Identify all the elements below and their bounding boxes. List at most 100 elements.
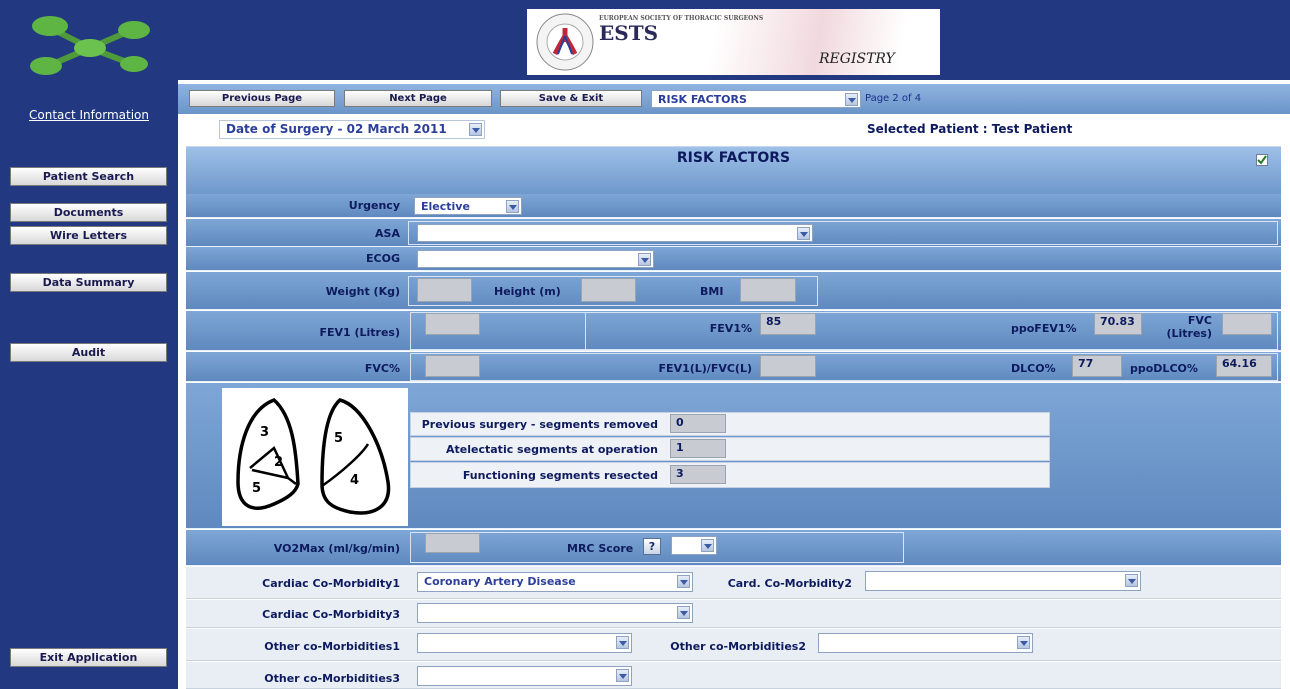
fev1-percent-input[interactable]: 85 [760, 313, 816, 335]
other-3-select[interactable] [417, 666, 632, 686]
form-complete-checkbox[interactable] [1256, 154, 1268, 166]
ecog-select[interactable] [417, 250, 654, 268]
lung-segment-label: 3 [260, 425, 269, 440]
chevron-down-icon [677, 606, 690, 619]
cardiac-2-select[interactable] [865, 571, 1141, 591]
vo2max-label: VO2Max (ml/kg/min) [273, 542, 400, 555]
banner-subtitle: REGISTRY [819, 51, 895, 67]
cardiac-3-label: Cardiac Co-Morbidity3 [262, 608, 400, 621]
fev1-percent-label: FEV1% [709, 322, 752, 335]
seg-atel-input[interactable]: 1 [670, 439, 726, 458]
section-select[interactable]: RISK FACTORS [651, 90, 861, 108]
checkmark-icon [1257, 155, 1267, 165]
save-exit-button[interactable]: Save & Exit [500, 90, 642, 107]
weight-input[interactable] [417, 278, 472, 302]
urgency-select[interactable]: Elective [414, 197, 522, 215]
chevron-down-icon [677, 575, 690, 588]
chevron-down-icon [616, 636, 629, 649]
weight-label: Weight (Kg) [325, 285, 400, 298]
chevron-down-icon [797, 227, 810, 240]
lung-segment-label: 2 [274, 455, 283, 470]
divider [585, 312, 586, 350]
ecog-label: ECOG [366, 252, 400, 265]
section-select-value: RISK FACTORS [658, 93, 747, 106]
seg-prev-input[interactable]: 0 [670, 414, 726, 433]
urgency-value: Elective [421, 200, 470, 213]
fev1-litres-label: FEV1 (Litres) [319, 326, 400, 339]
urgency-label: Urgency [348, 199, 400, 212]
dlco-input[interactable]: 77 [1072, 355, 1122, 377]
banner-title: ESTS [599, 21, 659, 45]
seg-prev-label: Previous surgery - segments removed [421, 418, 658, 431]
dlco-label: DLCO% [1011, 362, 1056, 375]
cardiac-1-select[interactable]: Coronary Artery Disease [417, 572, 693, 592]
ppofev1-label: ppoFEV1% [1011, 322, 1077, 335]
mrc-score-label: MRC Score [567, 542, 634, 555]
bmi-input[interactable] [740, 278, 796, 302]
mrc-help-button[interactable]: ? [643, 538, 661, 555]
ppodlco-label: ppoDLCO% [1130, 362, 1198, 375]
other-3-label: Other co-Morbidities3 [264, 672, 400, 685]
cardiac-1-label: Cardiac Co-Morbidity1 [262, 577, 400, 590]
other-1-label: Other co-Morbidities1 [264, 640, 400, 653]
fvc-litres-label: FVC (Litres) [1166, 314, 1212, 340]
next-page-button[interactable]: Next Page [344, 90, 492, 107]
lung-segment-label: 5 [334, 431, 343, 446]
date-of-surgery-select[interactable]: Date of Surgery - 02 March 2011 [219, 120, 485, 139]
data-summary-button[interactable]: Data Summary [10, 273, 167, 292]
mrc-score-select[interactable] [671, 536, 717, 555]
lung-diagram: 3 2 5 5 4 [222, 388, 408, 526]
documents-button[interactable]: Documents [10, 203, 167, 222]
page-indicator: Page 2 of 4 [865, 93, 922, 104]
fev1-fvc-ratio-input[interactable] [760, 355, 816, 377]
previous-page-button[interactable]: Previous Page [189, 90, 335, 107]
chevron-down-icon [1125, 574, 1138, 587]
height-label: Height (m) [494, 285, 561, 298]
fev1-fvc-ratio-label: FEV1(L)/FVC(L) [658, 362, 752, 375]
seg-func-label: Functioning segments resected [462, 469, 658, 482]
ests-seal-icon [536, 13, 594, 71]
seg-func-input[interactable]: 3 [670, 465, 726, 484]
help-icon: ? [648, 540, 656, 553]
app-logo [20, 10, 160, 80]
fev1-litres-input[interactable] [425, 313, 480, 335]
chevron-down-icon [616, 669, 629, 682]
asa-select[interactable] [417, 224, 813, 242]
lung-segment-label: 5 [252, 481, 261, 496]
lung-segment-label: 4 [350, 473, 359, 488]
fvc-percent-label: FVC% [364, 362, 400, 375]
chevron-down-icon [845, 93, 858, 106]
cardiac-2-label: Card. Co-Morbidity2 [727, 577, 852, 590]
fvc-litres-input[interactable] [1222, 313, 1272, 335]
lung-segments-diagram-icon: 3 2 5 5 4 [236, 397, 391, 515]
ppofev1-input[interactable]: 70.83 [1094, 313, 1142, 335]
fvc-percent-input[interactable] [425, 355, 480, 377]
height-input[interactable] [581, 278, 636, 302]
other-1-select[interactable] [417, 633, 632, 653]
seg-atel-label: Atelectatic segments at operation [446, 443, 658, 456]
cardiac-3-select[interactable] [417, 603, 693, 623]
wire-letters-button[interactable]: Wire Letters [10, 226, 167, 245]
bmi-label: BMI [700, 285, 724, 298]
date-of-surgery-value: Date of Surgery - 02 March 2011 [226, 122, 447, 136]
selected-patient-label: Selected Patient : Test Patient [867, 122, 1073, 136]
form-title: RISK FACTORS [676, 150, 791, 166]
chevron-down-icon [638, 253, 651, 266]
other-2-select[interactable] [818, 633, 1033, 653]
chevron-down-icon [469, 123, 482, 136]
vo2max-input[interactable] [425, 533, 480, 553]
patient-search-button[interactable]: Patient Search [10, 167, 167, 186]
fev1-cell [410, 312, 1278, 350]
audit-button[interactable]: Audit [10, 343, 167, 362]
ppodlco-input[interactable]: 64.16 [1216, 355, 1272, 377]
contact-information-link[interactable]: Contact Information [8, 108, 170, 122]
molecule-logo-icon [30, 16, 150, 75]
ests-banner: EUROPEAN SOCIETY OF THORACIC SURGEONS ES… [527, 9, 940, 75]
chevron-down-icon [701, 539, 714, 552]
cardiac-1-value: Coronary Artery Disease [424, 575, 576, 588]
chevron-down-icon [1017, 636, 1030, 649]
exit-application-button[interactable]: Exit Application [10, 648, 167, 667]
chevron-down-icon [506, 200, 519, 213]
other-2-label: Other co-Morbidities2 [670, 640, 806, 653]
asa-label: ASA [375, 227, 400, 240]
